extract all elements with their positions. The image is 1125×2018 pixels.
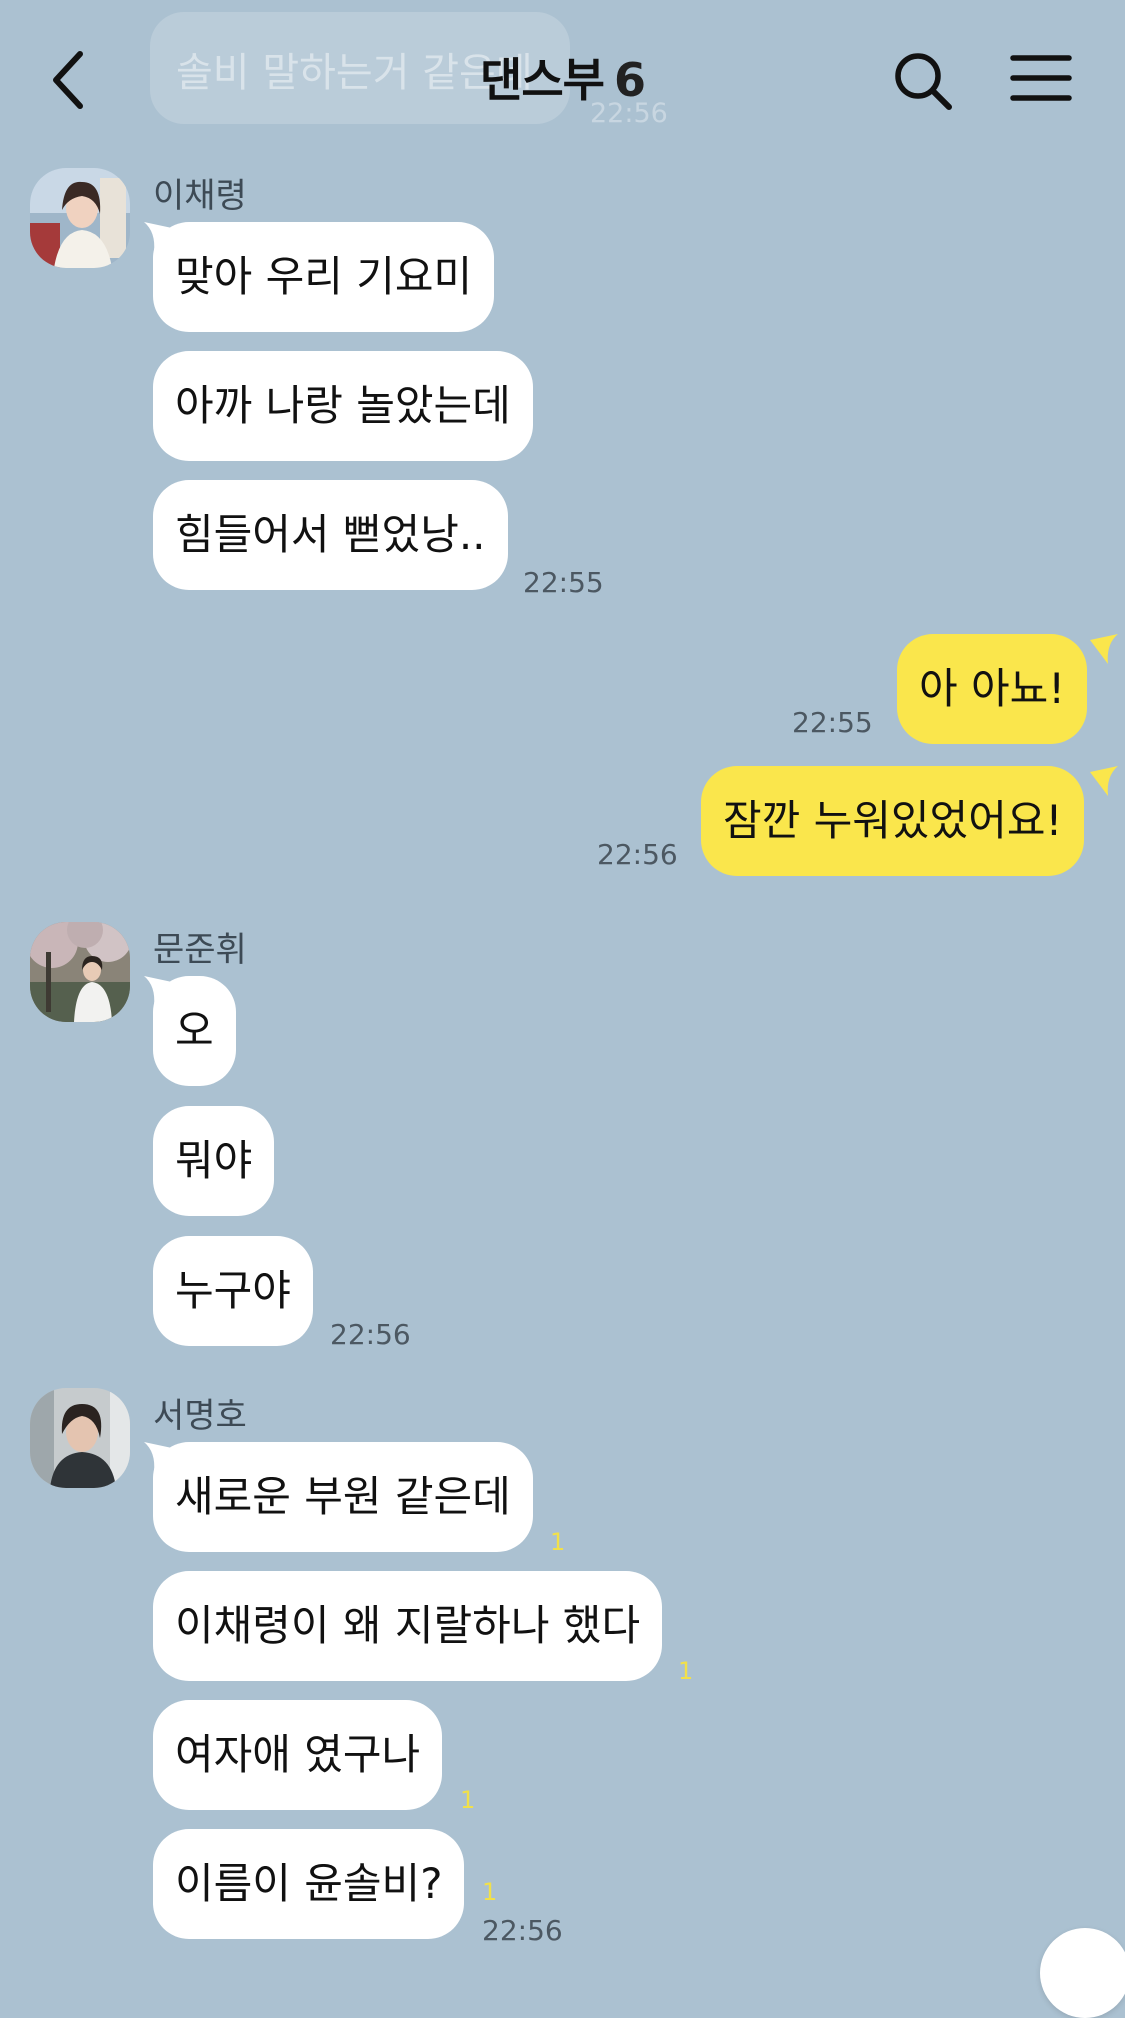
bubble-tail [1090, 634, 1118, 664]
message-bubble[interactable]: 이채령이 왜 지랄하나 했다 [153, 1571, 663, 1681]
unread-count: 1 [678, 1657, 694, 1685]
avatar-lee-chaeryeong[interactable] [30, 168, 130, 268]
my-message-bubble[interactable]: 잠깐 누워있었어요! [701, 766, 1085, 876]
unread-count: 1 [460, 1786, 476, 1814]
member-count: 6 [613, 53, 646, 107]
message-bubble[interactable]: 맞아 우리 기요미 [153, 222, 495, 332]
message-bubble[interactable]: 오 [153, 976, 236, 1086]
message-bubble[interactable]: 아까 나랑 놀았는데 [153, 351, 533, 461]
search-icon [895, 53, 952, 110]
profile-photo-icon [30, 922, 130, 1022]
unread-count: 1 [482, 1878, 498, 1906]
chat-header: 댄스부 6 [0, 0, 1125, 140]
profile-photo-icon [30, 1388, 130, 1488]
bubble-tail [1090, 766, 1118, 796]
chat-room-name: 댄스부 [480, 53, 605, 107]
message-time: 22:56 [482, 1914, 563, 1947]
sender-name: 서명호 [153, 1396, 247, 1436]
sender-name: 이채령 [153, 176, 247, 216]
sender-name: 문준휘 [153, 930, 247, 970]
my-message-bubble[interactable]: 아 아뇨! [897, 634, 1088, 744]
menu-button[interactable] [1005, 44, 1095, 124]
search-button[interactable] [885, 44, 965, 124]
hamburger-menu-icon [1010, 55, 1072, 101]
message-bubble[interactable]: 뭐야 [153, 1106, 275, 1216]
message-time: 22:56 [330, 1318, 411, 1351]
message-bubble[interactable]: 힘들어서 뻗었낭.. [153, 480, 508, 590]
message-time: 22:55 [792, 706, 873, 739]
avatar-moon-junhui[interactable] [30, 922, 130, 1022]
message-bubble[interactable]: 여자애 였구나 [153, 1700, 443, 1810]
scroll-to-bottom-button[interactable] [1040, 1928, 1125, 2018]
profile-photo-icon [30, 168, 130, 268]
message-time: 22:55 [523, 566, 604, 599]
avatar-seo-myungho[interactable] [30, 1388, 130, 1488]
message-bubble[interactable]: 이름이 윤솔비? [153, 1829, 465, 1939]
unread-count: 1 [550, 1528, 566, 1556]
message-bubble[interactable]: 누구야 [153, 1236, 313, 1346]
message-bubble[interactable]: 새로운 부원 같은데 [153, 1442, 533, 1552]
message-time: 22:56 [597, 838, 678, 871]
